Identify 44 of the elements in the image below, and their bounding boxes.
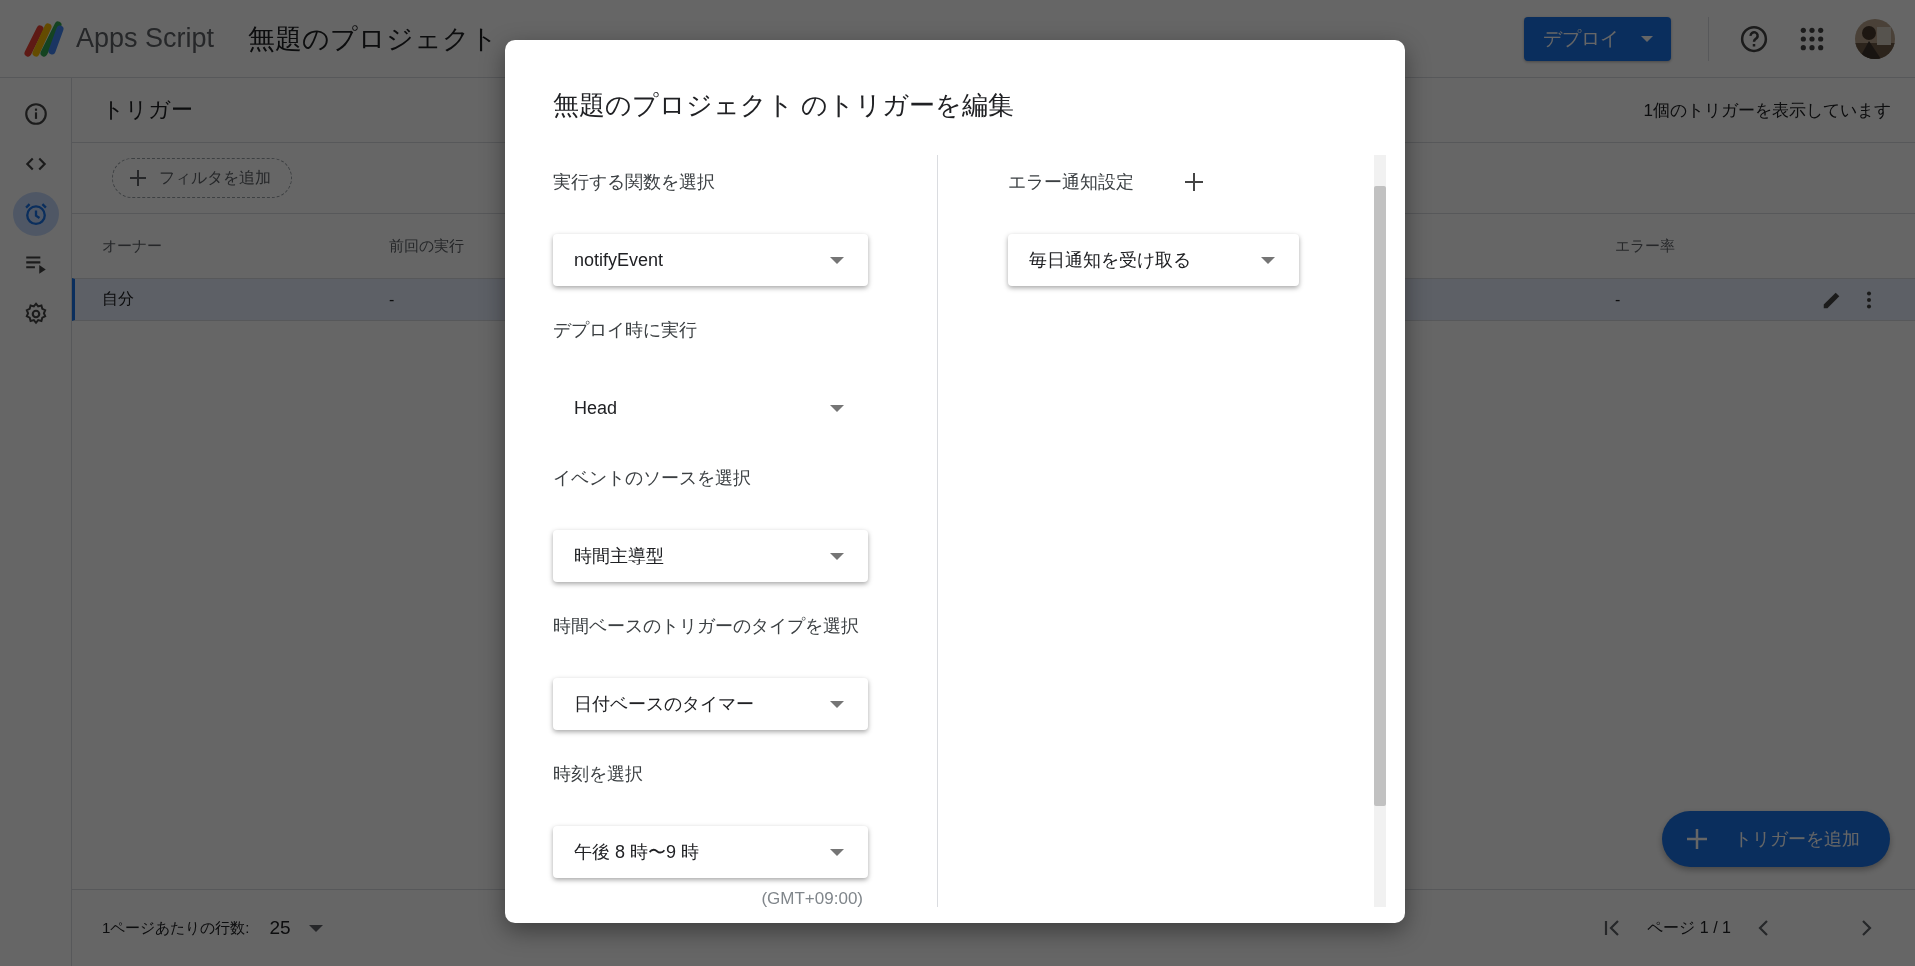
dropdown[interactable]: 毎日通知を受け取る bbox=[1008, 234, 1299, 286]
page-indicator: ページ 1 / 1 bbox=[1647, 917, 1731, 938]
table-cell: - bbox=[1615, 290, 1621, 309]
caret-icon bbox=[1261, 256, 1275, 264]
dropdown[interactable]: notifyEvent bbox=[553, 234, 868, 286]
field-label: 実行する関数を選択 bbox=[553, 171, 716, 193]
product-name: Apps Script bbox=[76, 23, 215, 54]
dropdown[interactable]: 日付ベースのタイマー bbox=[553, 678, 868, 730]
help-icon[interactable] bbox=[1739, 23, 1769, 54]
caret-icon bbox=[830, 404, 844, 412]
add-icon[interactable] bbox=[1184, 172, 1204, 192]
info-icon bbox=[22, 101, 49, 127]
caret-icon bbox=[830, 848, 844, 856]
caret-icon bbox=[830, 700, 844, 708]
logo-icon bbox=[22, 18, 66, 59]
column-header[interactable]: エラー率 bbox=[1615, 236, 1915, 256]
sidebar-item[interactable] bbox=[12, 192, 59, 236]
add-trigger-button[interactable]: トリガーを追加 bbox=[1662, 811, 1890, 867]
caret-icon bbox=[830, 256, 844, 264]
caret-icon[interactable] bbox=[308, 924, 323, 932]
field-label: イベントのソースを選択 bbox=[553, 467, 752, 489]
deploy-button[interactable]: デプロイ bbox=[1524, 16, 1671, 61]
dropdown[interactable]: 午後 8 時〜9 時 bbox=[553, 826, 868, 878]
apps-grid-icon[interactable] bbox=[1799, 25, 1825, 52]
table-cell-text: - bbox=[389, 290, 396, 309]
timezone-note: (GMT+09:00) bbox=[760, 889, 863, 909]
plus-icon bbox=[1686, 828, 1708, 850]
scrollbar[interactable] bbox=[1374, 155, 1386, 907]
trigger-count: 1個のトリガーを表示しています bbox=[1643, 99, 1891, 122]
field-label: デプロイ時に実行 bbox=[553, 319, 698, 341]
field-label: 時間ベースのトリガーのタイプを選択 bbox=[553, 615, 860, 637]
rows-per-page-label: 1ページあたりの行数: bbox=[102, 918, 250, 938]
field-label: 時刻を選択 bbox=[553, 763, 644, 785]
caret-icon bbox=[830, 552, 844, 560]
dropdown[interactable]: 時間主導型 bbox=[553, 530, 868, 582]
column-header[interactable]: オーナー bbox=[102, 236, 389, 256]
plus-icon bbox=[129, 169, 147, 187]
caret-icon bbox=[1640, 35, 1653, 42]
project-title[interactable]: 無題のプロジェクト bbox=[248, 20, 499, 57]
dialog-title: 無題のプロジェクト のトリガーを編集 bbox=[553, 89, 1016, 122]
table-cell-text: 自分 bbox=[102, 289, 135, 309]
field-label: エラー通知設定 bbox=[1008, 171, 1134, 193]
rows-per-page-value[interactable]: 25 bbox=[269, 917, 291, 939]
page-title: トリガー bbox=[102, 96, 193, 124]
